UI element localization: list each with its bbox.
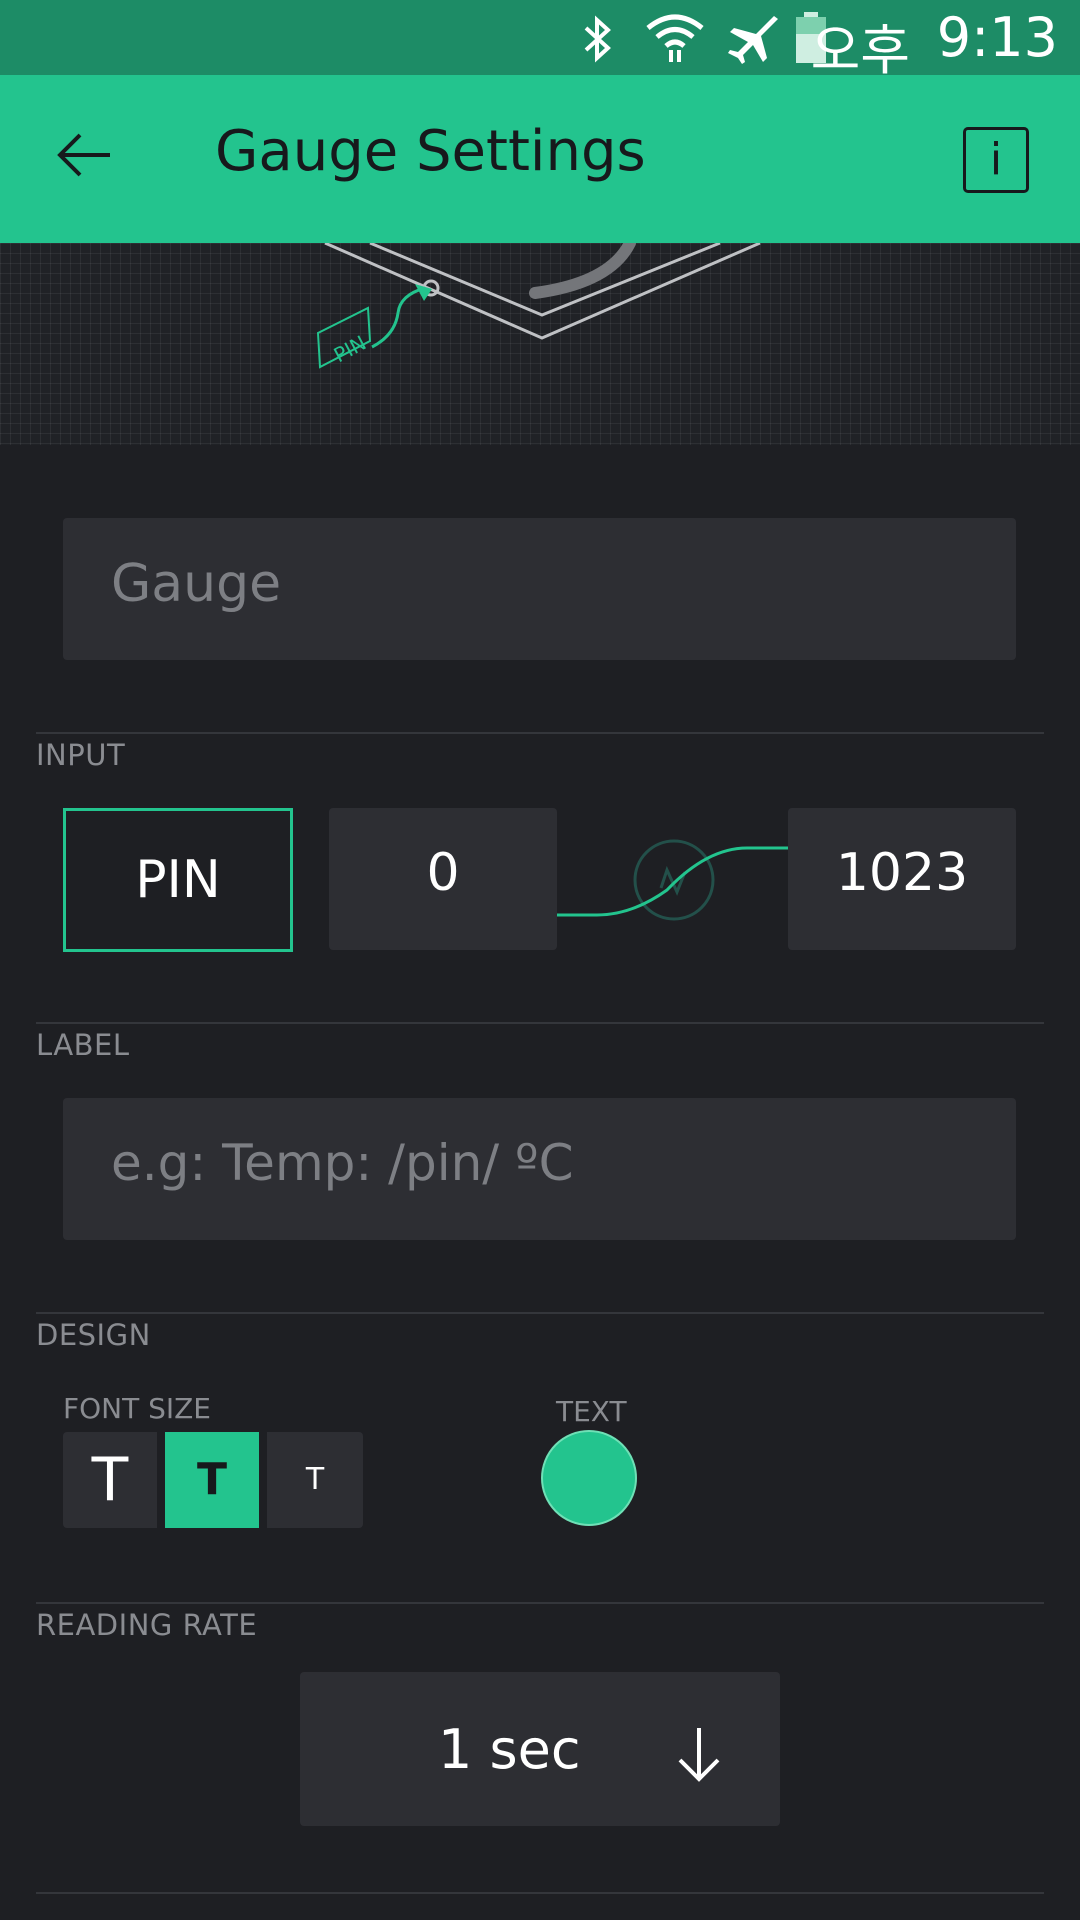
design-section-title: DESIGN [36,1318,151,1352]
name-placeholder: Gauge [111,554,282,614]
device-illustration: PIN [316,243,761,369]
arrow-down-icon [678,1728,720,1782]
label-input[interactable]: e.g: Temp: /pin/ ºC [63,1098,1016,1240]
reading-rate-section-title: READING RATE [36,1608,258,1642]
label-section-title: LABEL [36,1028,130,1062]
text-color-picker[interactable] [541,1430,637,1526]
text-color-label: TEXT [556,1395,627,1428]
widget-preview: PIN [0,243,1080,445]
divider [36,732,1044,734]
bluetooth-icon [584,15,611,63]
widget-name-input[interactable]: Gauge [63,518,1016,660]
divider [36,1022,1044,1024]
pin-tag: PIN [330,331,370,368]
airplane-icon [728,16,778,64]
divider [36,1602,1044,1604]
mapping-curve-icon [557,839,788,921]
reading-rate-dropdown[interactable]: 1 sec [300,1672,780,1826]
info-button[interactable]: i [963,127,1029,193]
max-value-input[interactable]: 1023 [788,808,1016,950]
status-bar: 오후 9:13 [0,0,1080,82]
font-size-medium-button[interactable]: T [165,1432,259,1528]
back-arrow-icon[interactable] [54,125,114,185]
font-size-small-button[interactable]: T [267,1432,363,1528]
pin-select-button[interactable]: PIN [63,808,293,952]
time-period: 오후 [810,19,910,82]
page-title: Gauge Settings [215,119,646,184]
divider [36,1312,1044,1314]
input-section-title: INPUT [36,738,126,772]
reading-rate-value: 1 sec [438,1718,581,1781]
clock: 9:13 [936,6,1058,69]
wifi-icon [646,14,704,62]
app-bar: Gauge Settings i [0,75,1080,243]
divider [36,1892,1044,1894]
font-size-label: FONT SIZE [63,1392,211,1425]
label-placeholder: e.g: Temp: /pin/ ºC [111,1134,574,1192]
font-size-large-button[interactable]: T [63,1432,157,1528]
min-value-input[interactable]: 0 [329,808,557,950]
